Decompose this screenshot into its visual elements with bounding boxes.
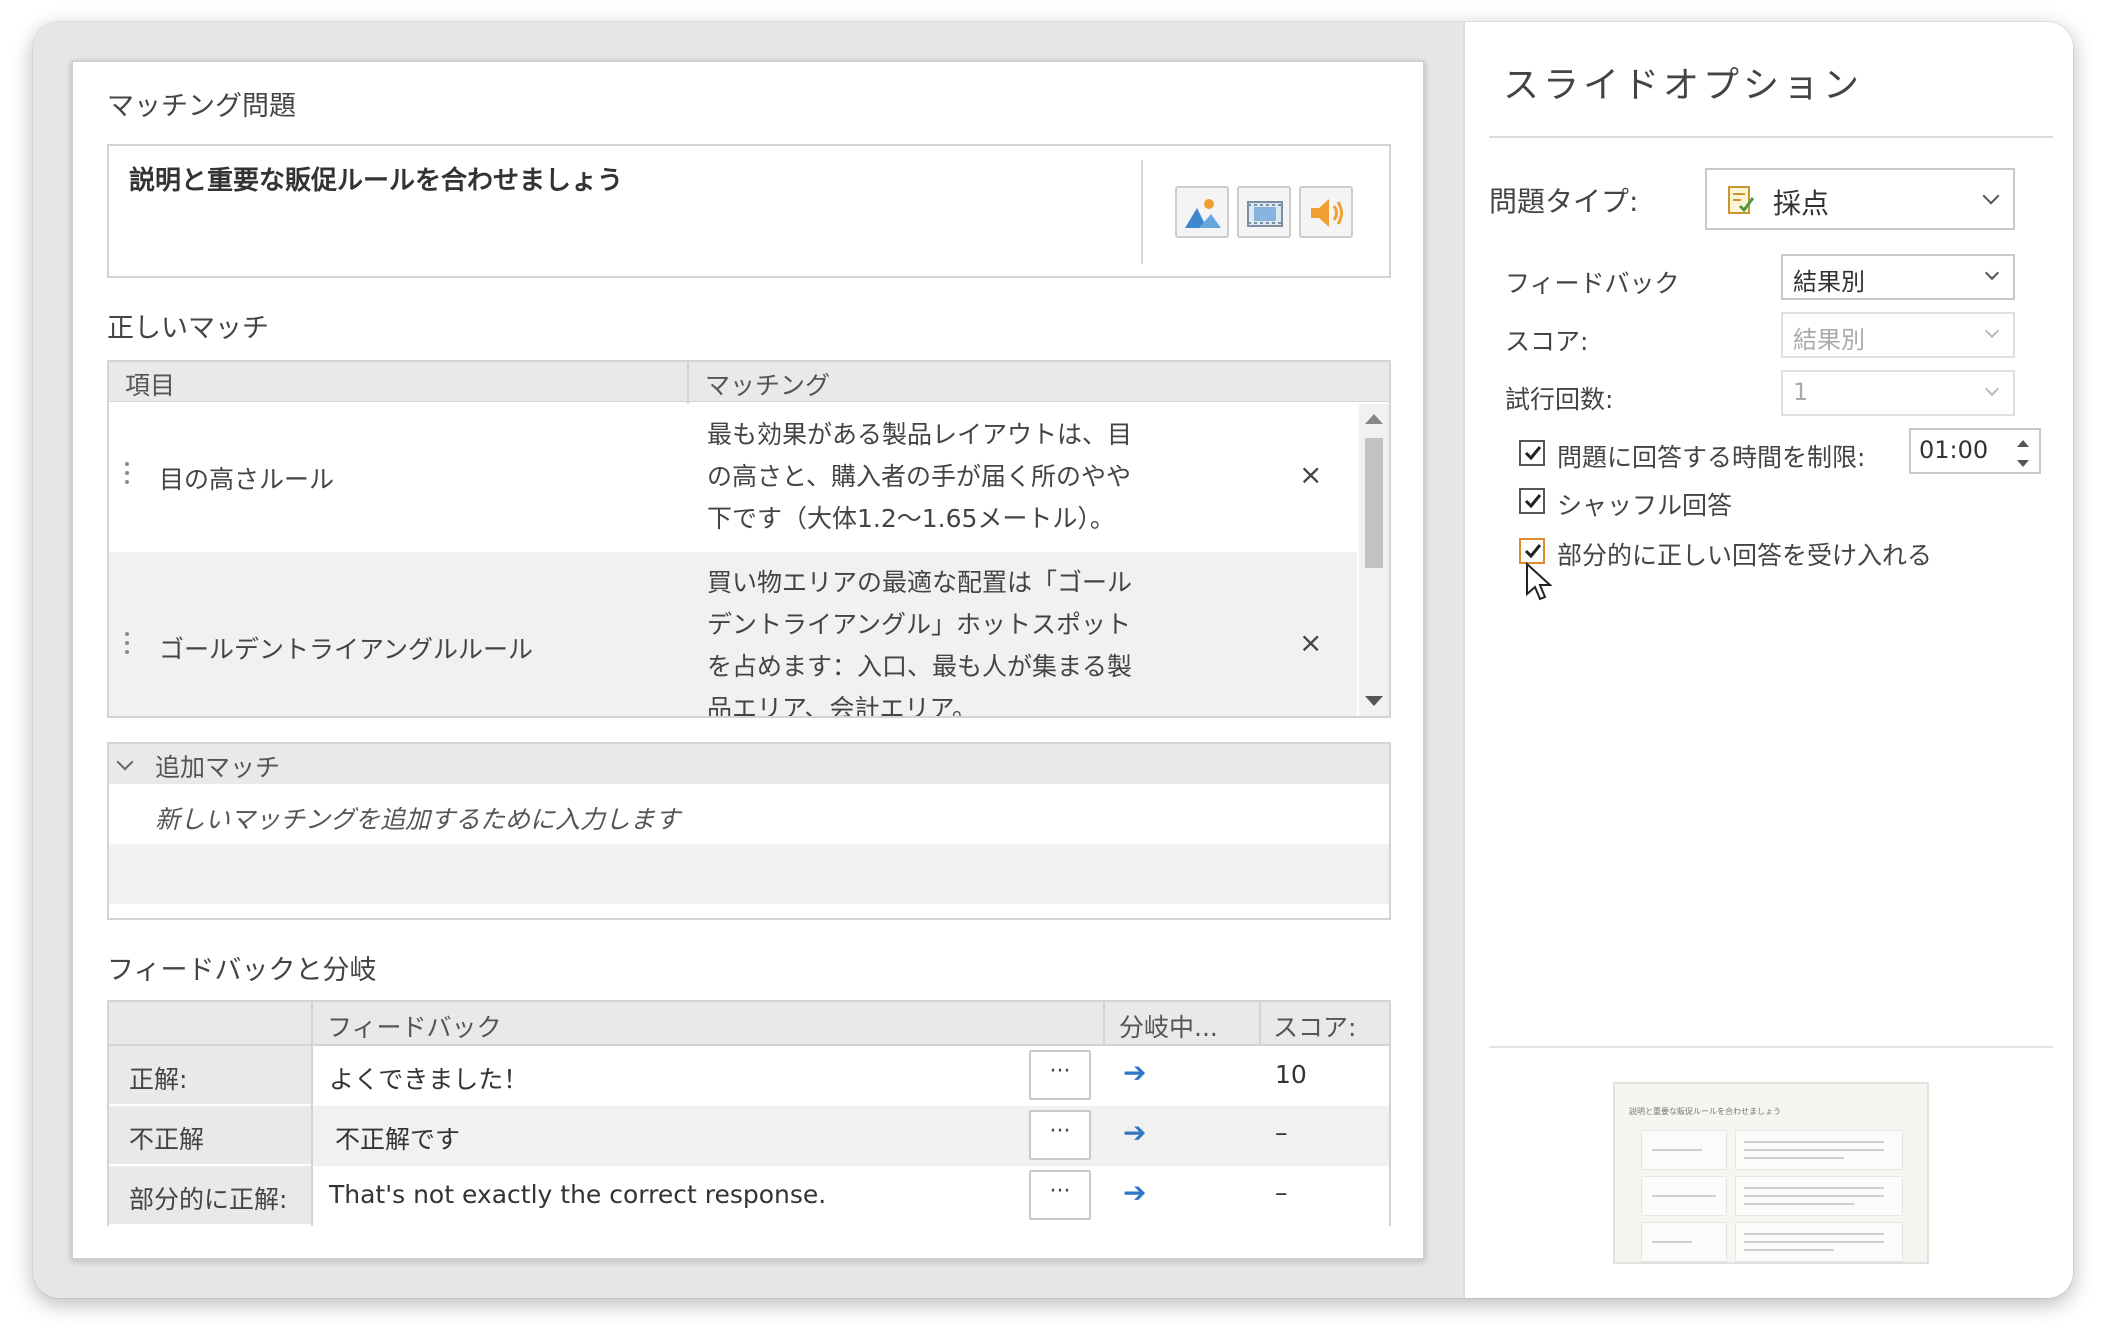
question-section-title: マッチング問題 — [107, 91, 296, 122]
app-window: マッチング問題 説明と重要な販促ルールを合わせましょう 正しいマッチ 項目 マッ… — [33, 22, 2073, 1298]
feedback-dropdown[interactable]: 結果別 — [1781, 254, 2015, 300]
checkmark-icon — [1524, 544, 1542, 559]
branch-arrow-icon[interactable]: ➔ — [1123, 1056, 1146, 1089]
more-options-button[interactable]: ··· — [1029, 1170, 1091, 1220]
slide-options-title: スライドオプション — [1503, 65, 1864, 106]
score-dropdown[interactable]: 結果別 — [1781, 312, 2015, 358]
attempts-label: 試行回数: — [1505, 385, 1614, 414]
question-type-value: 採点 — [1773, 187, 1830, 220]
slide-thumbnail[interactable]: 説明と重要な販促ルールを合わせましょう — [1613, 1082, 1929, 1264]
feedback-section-title: フィードバックと分岐 — [107, 955, 377, 986]
slide-options-panel: スライドオプション 問題タイプ: 採点 フィードバック 結果別 スコア: 結果別… — [1463, 22, 2073, 1298]
feedback-table: フィードバック 分岐中... スコア: 正解: よくできました！ ··· ➔ 1… — [107, 1000, 1391, 1226]
scroll-thumb[interactable] — [1365, 438, 1383, 568]
drag-handle-icon[interactable] — [125, 462, 129, 489]
match-row[interactable]: 目の高さルール 最も効果がある製品レイアウトは、目 の高さと、購入者の手が届く所… — [109, 404, 1357, 552]
branch-arrow-icon[interactable]: ➔ — [1123, 1116, 1146, 1149]
score-label: スコア: — [1505, 327, 1589, 356]
attempts-dropdown[interactable]: 1 — [1781, 370, 2015, 416]
thumbnail-title: 説明と重要な販促ルールを合わせましょう — [1629, 1107, 1781, 1116]
match-item-text[interactable]: ゴールデントライアングルルール — [159, 630, 533, 666]
more-options-button[interactable]: ··· — [1029, 1050, 1091, 1100]
drag-handle-icon[interactable] — [125, 632, 129, 659]
question-editor: マッチング問題 説明と重要な販促ルールを合わせましょう 正しいマッチ 項目 マッ… — [71, 60, 1425, 1260]
question-type-label: 問題タイプ: — [1489, 185, 1639, 218]
column-feedback: フィードバック — [327, 1013, 502, 1042]
delete-match-icon[interactable]: × — [1299, 626, 1322, 659]
delete-match-icon[interactable]: × — [1299, 458, 1322, 491]
feedback-value: 結果別 — [1793, 268, 1865, 296]
feedback-text[interactable]: 不正解です — [335, 1120, 460, 1156]
question-text[interactable]: 説明と重要な販促ルールを合わせましょう — [129, 160, 623, 197]
question-input[interactable]: 説明と重要な販促ルールを合わせましょう — [107, 144, 1391, 278]
chevron-down-icon — [1984, 323, 2000, 339]
audio-icon — [1311, 199, 1343, 227]
partial-credit-label[interactable]: 部分的に正しい回答を受け入れる — [1557, 536, 1932, 572]
feedback-text[interactable]: That's not exactly the correct response. — [329, 1180, 826, 1209]
checkmark-icon — [1524, 494, 1542, 509]
scroll-down-icon[interactable] — [1365, 696, 1383, 706]
partial-credit-checkbox[interactable] — [1519, 538, 1545, 564]
match-description[interactable]: 買い物エリアの最適な配置は「ゴール デントライアングル」ホットスポット を占めま… — [707, 562, 1177, 716]
insert-video-button[interactable] — [1237, 186, 1291, 238]
correct-matches-title: 正しいマッチ — [107, 313, 269, 344]
column-branching: 分岐中... — [1119, 1013, 1218, 1042]
column-item: 項目 — [125, 371, 176, 400]
checkmark-icon — [1524, 446, 1542, 461]
spin-up-icon[interactable] — [2017, 440, 2029, 447]
matches-header: 項目 マッチング — [109, 362, 1389, 402]
insert-image-button[interactable] — [1175, 186, 1229, 238]
chevron-down-icon — [1984, 265, 2000, 281]
divider — [1489, 136, 2053, 138]
video-icon — [1247, 201, 1283, 227]
match-item-text[interactable]: 目の高さルール — [159, 460, 334, 496]
score-value[interactable]: – — [1275, 1178, 1288, 1207]
matches-scrollbar[interactable] — [1359, 404, 1389, 716]
time-limit-value[interactable]: 01:00 — [1919, 436, 1988, 464]
additional-empty-row — [109, 844, 1389, 904]
feedback-row-label: 不正解 — [109, 1106, 311, 1166]
chevron-down-icon — [1984, 381, 2000, 397]
question-type-dropdown[interactable]: 採点 — [1705, 168, 2015, 230]
shuffle-label[interactable]: シャッフル回答 — [1557, 486, 1732, 522]
feedback-row-label: 正解: — [109, 1046, 311, 1106]
time-limit-spinner[interactable]: 01:00 — [1909, 428, 2041, 474]
column-score: スコア: — [1273, 1013, 1357, 1042]
branch-arrow-icon[interactable]: ➔ — [1123, 1176, 1146, 1209]
column-matching: マッチング — [705, 371, 831, 400]
match-description[interactable]: 最も効果がある製品レイアウトは、目 の高さと、購入者の手が届く所のやや 下です（… — [707, 414, 1177, 540]
time-limit-label[interactable]: 問題に回答する時間を制限: — [1557, 438, 1865, 474]
thumbnail-row — [1641, 1222, 1905, 1262]
feedback-row-label: 部分的に正解: — [109, 1166, 311, 1226]
spin-down-icon[interactable] — [2017, 460, 2029, 467]
scroll-up-icon[interactable] — [1365, 414, 1383, 424]
mouse-cursor-icon — [1526, 562, 1553, 601]
score-value: 結果別 — [1793, 326, 1865, 354]
thumbnail-row — [1641, 1130, 1905, 1170]
feedback-label: フィードバック — [1505, 269, 1680, 298]
additional-matches-header[interactable]: 追加マッチ — [109, 744, 1389, 784]
score-value[interactable]: 10 — [1275, 1060, 1307, 1089]
feedback-text[interactable]: よくできました！ — [329, 1060, 528, 1096]
feedback-header: フィードバック 分岐中... スコア: — [109, 1002, 1389, 1046]
additional-matches-title: 追加マッチ — [155, 753, 281, 782]
matches-table: 項目 マッチング 目の高さルール 最も効果がある製品レイアウトは、目 の高さと、… — [107, 360, 1391, 718]
match-row[interactable]: ゴールデントライアングルルール 買い物エリアの最適な配置は「ゴール デントライア… — [109, 552, 1357, 716]
question-divider — [1141, 160, 1143, 264]
divider — [1489, 1046, 2053, 1048]
more-options-button[interactable]: ··· — [1029, 1110, 1091, 1160]
chevron-down-icon[interactable] — [116, 753, 134, 771]
feedback-row — [313, 1106, 1389, 1166]
score-value[interactable]: – — [1275, 1118, 1288, 1147]
new-match-input[interactable]: 新しいマッチングを追加するために入力します — [155, 800, 680, 836]
attempts-value: 1 — [1793, 378, 1809, 406]
graded-quiz-icon — [1728, 186, 1755, 214]
thumbnail-row — [1641, 1176, 1905, 1216]
time-limit-checkbox[interactable] — [1519, 440, 1545, 466]
additional-matches: 追加マッチ 新しいマッチングを追加するために入力します — [107, 742, 1391, 920]
chevron-down-icon — [1982, 187, 2000, 205]
image-icon — [1185, 199, 1221, 228]
shuffle-checkbox[interactable] — [1519, 488, 1545, 514]
insert-audio-button[interactable] — [1299, 186, 1353, 238]
